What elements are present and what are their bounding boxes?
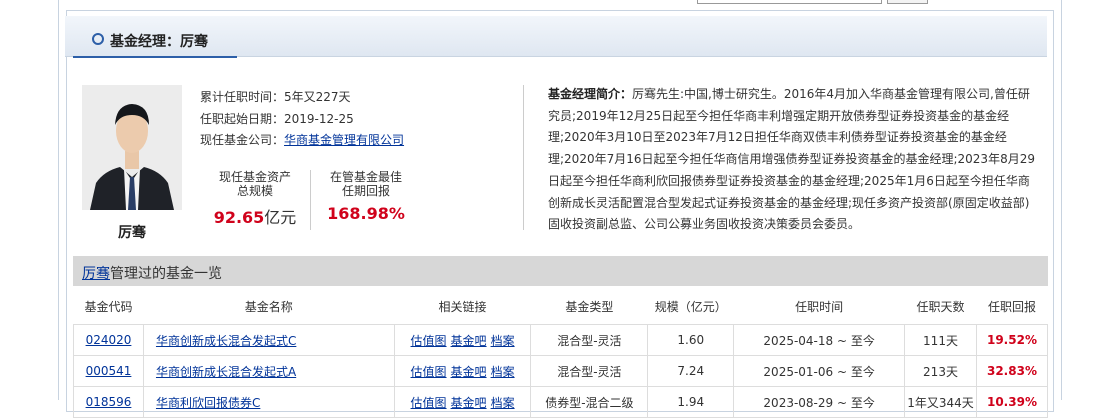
table-row: 018596 华商利欣回报债券C 估值图 基金吧 档案 债券型-混合二级 1.94 … [73,386,1049,418]
start-date-row: 任职起始日期：2019-12-25 [200,110,354,127]
tenure-return: 19.52% [975,324,1049,356]
assets-stat: 现任基金资产 总规模 92.65亿元 [210,170,300,228]
column-header: 基金代码 [73,288,144,325]
fund-size: 7.24 [647,355,735,387]
fund-profile-link[interactable]: 档案 [491,365,515,379]
fund-size: 1.60 [647,324,735,356]
tenure-days: 111天 [904,324,977,356]
valuation-chart-link[interactable]: 估值图 [411,396,447,410]
fund-forum-link[interactable]: 基金吧 [451,396,487,410]
page-title: 基金经理：厉骞 [110,34,208,50]
bio-divider [523,85,524,230]
column-header: 基金名称 [143,288,395,325]
fund-type: 混合型-灵活 [530,324,649,356]
tenure-days: 213天 [904,355,977,387]
tenure-period: 2023-08-29 ~ 至今 [733,386,906,418]
fund-profile-link[interactable]: 档案 [491,396,515,410]
search-button[interactable] [887,0,928,4]
manager-name-link[interactable]: 厉骞 [82,266,110,282]
return-label-line2: 任期回报 [341,184,390,198]
table-header-row: 基金代码 基金名称 相关链接 基金类型 规模（亿元） 任职时间 任职天数 任职回… [73,288,1048,325]
fund-name-link[interactable]: 华商利欣回报债券C [156,396,260,410]
tenure-days: 1年又344天 [904,386,977,418]
fund-list-suffix: 管理过的基金一览 [110,266,222,282]
table-row: 000541 华商创新成长混合发起式A 估值图 基金吧 档案 混合型-灵活 7.24… [73,355,1049,387]
tenure-period: 2025-04-18 ~ 至今 [733,324,906,356]
bio-text: 厉骞先生:中国,博士研究生。2016年4月加入华商基金管理有限公司,曾任研究员;… [548,87,1035,232]
start-date-label: 任职起始日期： [200,112,285,126]
company-label: 现任基金公司： [200,133,285,147]
assets-label-line1: 现任基金资产 [218,170,291,184]
manager-name: 厉骞 [118,225,146,241]
column-header: 任职时间 [733,288,905,325]
fund-code-link[interactable]: 018596 [86,395,132,409]
return-stat: 在管基金最佳 任期回报 168.98% [318,170,414,223]
fund-name-link[interactable]: 华商创新成长混合发起式C [156,334,296,348]
circle-icon [92,33,104,45]
tenure-value: 5年又227天 [284,90,351,104]
column-header: 基金类型 [530,288,648,325]
title-bar: 基金经理：厉骞 [65,16,1047,58]
manager-bio: 基金经理简介：厉骞先生:中国,博士研究生。2016年4月加入华商基金管理有限公司… [548,84,1038,236]
column-header: 规模（亿元） [647,288,734,325]
column-header: 任职回报 [976,288,1048,325]
title-tab: 基金经理：厉骞 [73,16,237,58]
tenure-return: 10.39% [975,386,1049,418]
fund-size: 1.94 [647,386,735,418]
fund-list-header: 厉骞管理过的基金一览 [73,256,1048,286]
column-header: 任职天数 [904,288,977,325]
tenure-row: 累计任职时间：5年又227天 [200,88,351,105]
stat-divider [310,170,311,230]
assets-label-line2: 总规模 [236,184,273,198]
fund-forum-link[interactable]: 基金吧 [451,365,487,379]
fund-type: 债券型-混合二级 [530,386,649,418]
tenure-period: 2025-01-06 ~ 至今 [733,355,906,387]
start-date-value: 2019-12-25 [284,112,354,126]
fund-type: 混合型-灵活 [530,355,649,387]
company-row: 现任基金公司：华商基金管理有限公司 [200,131,404,148]
tenure-label: 累计任职时间： [200,90,285,104]
company-link[interactable]: 华商基金管理有限公司 [284,133,404,147]
table-row: 024020 华商创新成长混合发起式C 估值图 基金吧 档案 混合型-灵活 1.60… [73,324,1049,356]
valuation-chart-link[interactable]: 估值图 [411,365,447,379]
fund-list-title: 厉骞管理过的基金一览 [82,263,222,283]
return-value: 168.98% [327,204,405,223]
fund-code-link[interactable]: 000541 [86,364,132,378]
search-input[interactable] [697,0,882,4]
fund-code-link[interactable]: 024020 [86,333,132,347]
assets-unit: 亿元 [264,208,297,227]
column-header: 相关链接 [394,288,531,325]
fund-table: 基金代码 基金名称 相关链接 基金类型 规模（亿元） 任职时间 任职天数 任职回… [73,288,1049,418]
manager-photo [82,85,182,210]
bio-label: 基金经理简介： [548,87,633,101]
tenure-return: 32.83% [975,355,1049,387]
valuation-chart-link[interactable]: 估值图 [411,334,447,348]
fund-forum-link[interactable]: 基金吧 [451,334,487,348]
assets-number: 92.65 [213,208,265,227]
assets-value: 92.65亿元 [210,204,300,228]
return-label-line1: 在管基金最佳 [329,170,402,184]
fund-name-link[interactable]: 华商创新成长混合发起式A [156,365,296,379]
fund-profile-link[interactable]: 档案 [491,334,515,348]
